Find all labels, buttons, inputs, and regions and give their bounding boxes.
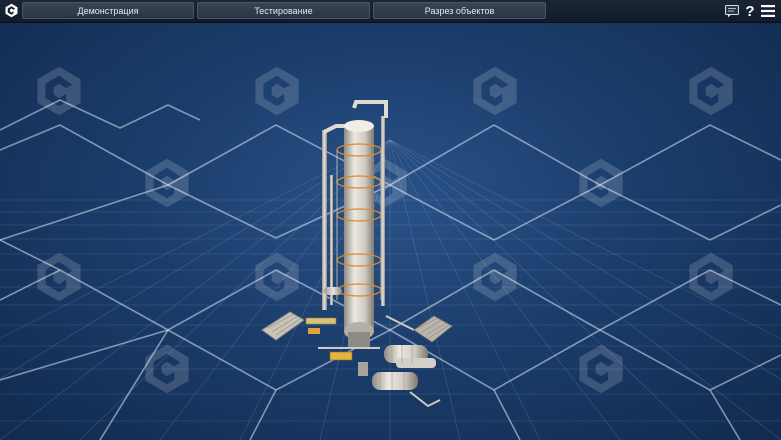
- help-icon[interactable]: ?: [743, 3, 757, 20]
- chat-icon[interactable]: [724, 3, 740, 19]
- tab-testing[interactable]: Тестирование: [197, 2, 370, 19]
- hamburger-menu-icon[interactable]: [760, 3, 776, 19]
- app-logo-icon: [5, 3, 18, 18]
- tab-demonstration[interactable]: Демонстрация: [22, 2, 194, 19]
- 3d-viewport[interactable]: [0, 0, 781, 440]
- scene-canvas: [0, 66, 781, 440]
- top-toolbar: Демонстрация Тестирование Разрез объекто…: [0, 0, 781, 23]
- app-logo-button[interactable]: [3, 2, 20, 19]
- tab-object-section[interactable]: Разрез объектов: [373, 2, 546, 19]
